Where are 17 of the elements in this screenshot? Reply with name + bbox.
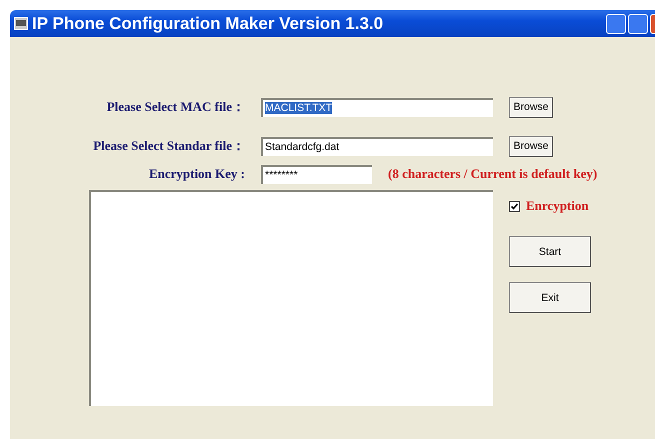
window-title: IP Phone Configuration Maker Version 1.3.0 (32, 14, 384, 34)
exit-button[interactable]: Exit (509, 282, 591, 313)
checkbox-label: Enrcyption (526, 198, 589, 214)
file-field[interactable]: MACLIST.TXT (261, 98, 493, 116)
maximize-button[interactable] (628, 14, 648, 34)
key-hint: (8 characters / Current is default key) (388, 166, 598, 182)
file-field[interactable]: Standardcfg.dat (261, 136, 493, 156)
field-label: Please Select MAC file： (106, 98, 245, 116)
browse-button[interactable]: Browse (509, 136, 553, 156)
app-icon (14, 17, 28, 30)
field-label: Encryption Key : (148, 166, 245, 182)
start-button[interactable]: Start (509, 236, 591, 267)
key-field[interactable]: ******** (261, 164, 372, 184)
encryption-checkbox[interactable] (509, 200, 520, 212)
field-label: Please Select Standar file： (92, 137, 245, 155)
browse-button[interactable]: Browse (509, 96, 553, 118)
minimize-button[interactable] (606, 14, 626, 34)
